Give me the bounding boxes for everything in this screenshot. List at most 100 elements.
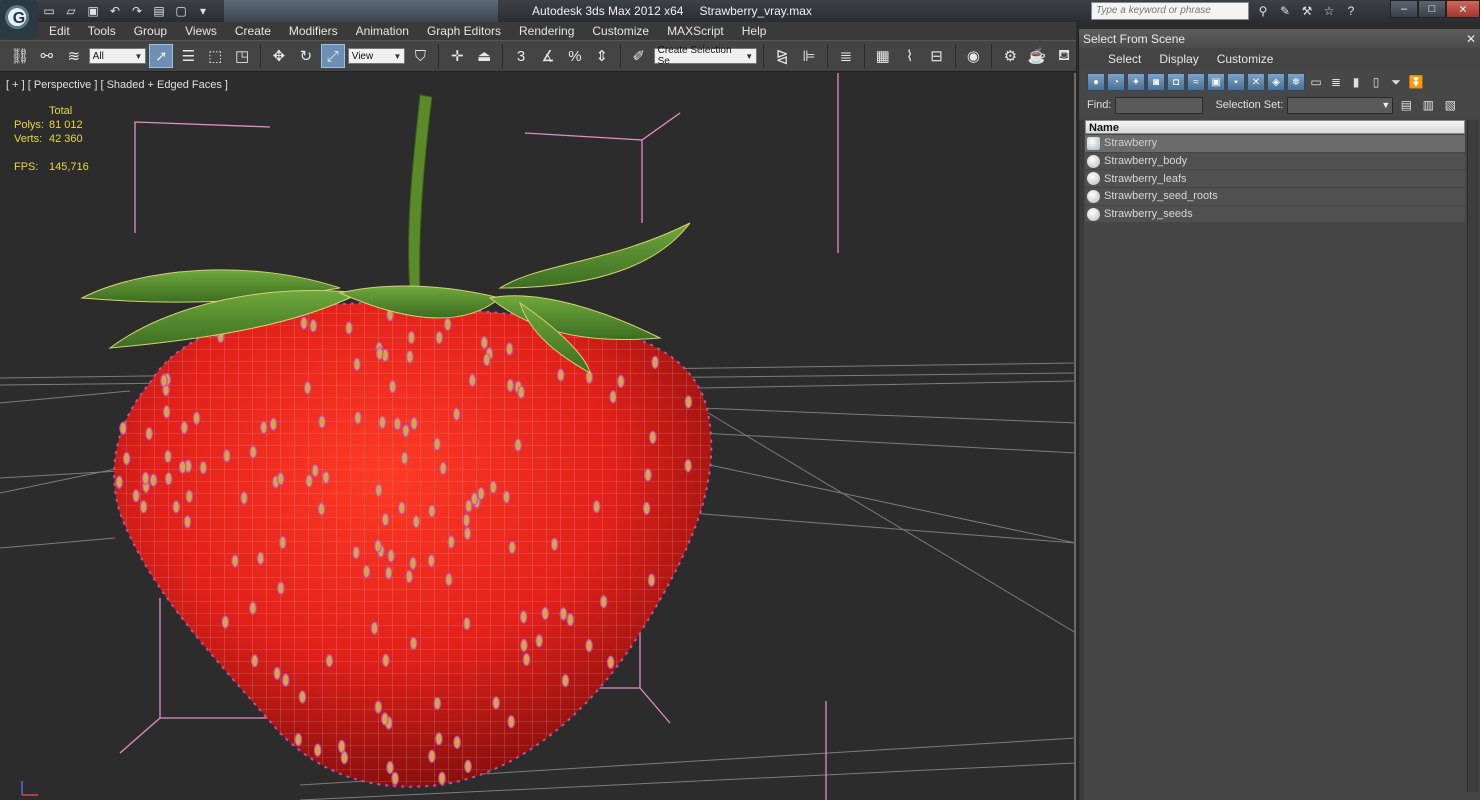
menu-group[interactable]: Group [125, 22, 176, 40]
bind-space-warp-icon[interactable]: ≋ [62, 44, 86, 68]
select-manipulate-icon[interactable]: ✛ [445, 44, 469, 68]
keyboard-shortcut-icon[interactable]: ⏏ [472, 44, 496, 68]
link-icon[interactable]: ⛓ [8, 44, 32, 68]
named-selection-dropdown[interactable]: Create Selection Se ▼ [653, 45, 758, 67]
tools-icon[interactable]: ⚒ [1298, 2, 1316, 20]
menu-graph-editors[interactable]: Graph Editors [418, 22, 510, 40]
add-to-selection-set-icon[interactable]: ▥ [1419, 96, 1437, 114]
move-icon[interactable]: ✥ [267, 44, 291, 68]
selection-filter-dropdown[interactable]: All ▼ [88, 48, 147, 64]
app-logo-button[interactable]: G [0, 0, 38, 38]
menu-create[interactable]: Create [226, 22, 280, 40]
schematic-view-icon[interactable]: ⊟ [925, 44, 949, 68]
minimize-button[interactable]: – [1390, 0, 1418, 18]
display-lights-icon[interactable]: ✦ [1127, 73, 1145, 91]
unlink-icon[interactable]: ⚯ [35, 44, 59, 68]
menu-customize[interactable]: Customize [583, 22, 658, 40]
scale-icon[interactable]: ⤢ [320, 44, 345, 68]
menu-maxscript[interactable]: MAXScript [658, 22, 733, 40]
render-production-icon[interactable]: ⛾ [1052, 44, 1076, 68]
display-space-warps-icon[interactable]: ≈ [1187, 73, 1205, 91]
display-groups-icon[interactable]: ▣ [1207, 73, 1225, 91]
list-item[interactable]: Strawberry_leafs [1085, 170, 1465, 189]
filter-icon[interactable]: ⏷ [1387, 73, 1405, 91]
rotate-icon[interactable]: ↻ [294, 44, 318, 68]
display-frozen-icon[interactable]: ❄ [1287, 73, 1305, 91]
open-file-icon[interactable]: ▱ [62, 2, 80, 19]
redo-icon[interactable]: ↷ [128, 2, 146, 19]
panel-title-bar[interactable]: Select From Scene ✕ [1079, 29, 1480, 48]
menu-help[interactable]: Help [733, 22, 776, 40]
menu-animation[interactable]: Animation [347, 22, 418, 40]
panel-menu-select[interactable]: Select [1099, 52, 1150, 66]
display-containers-icon[interactable]: ◈ [1267, 73, 1285, 91]
pivot-center-icon[interactable]: ⛉ [408, 44, 432, 68]
mirror-icon[interactable]: ⧎ [770, 44, 794, 68]
display-none-icon[interactable]: ▮ [1347, 73, 1365, 91]
menu-modifiers[interactable]: Modifiers [280, 22, 347, 40]
display-bones-icon[interactable]: ✕ [1247, 73, 1265, 91]
new-file-icon[interactable]: ▭ [40, 2, 58, 19]
maximize-button[interactable]: □ [1418, 0, 1446, 18]
create-selection-set-icon[interactable]: ▤ [1397, 96, 1415, 114]
display-helpers-icon[interactable]: ◘ [1167, 73, 1185, 91]
save-file-icon[interactable]: ▣ [84, 2, 102, 19]
display-cameras-icon[interactable]: ◙ [1147, 73, 1165, 91]
percent-snap-icon[interactable]: % [563, 44, 587, 68]
window-crossing-icon[interactable]: ◳ [230, 44, 254, 68]
graphite-tools-icon[interactable]: ▦ [871, 44, 895, 68]
reference-coordinate-dropdown[interactable]: View ▼ [347, 48, 406, 64]
display-invert-icon[interactable]: ▯ [1367, 73, 1385, 91]
binoculars-icon[interactable]: ⚲ [1254, 2, 1272, 20]
selection-set-dropdown[interactable]: ▼ [1287, 96, 1394, 114]
menu-views[interactable]: Views [176, 22, 226, 40]
list-item[interactable]: Strawberry_seeds [1085, 205, 1465, 224]
find-input[interactable] [1115, 96, 1204, 114]
filter-list-icon[interactable]: ⏬ [1407, 73, 1425, 91]
angle-snap-icon[interactable]: ∡ [536, 44, 560, 68]
select-by-name-icon[interactable]: ☰ [176, 44, 200, 68]
perspective-viewport[interactable]: [ + ] [ Perspective ] [ Shaded + Edged F… [0, 73, 1076, 800]
selection-filter-value: All [92, 50, 104, 62]
project-folder-icon[interactable]: ▤ [150, 2, 168, 19]
display-shapes-icon[interactable]: ◔ [1107, 73, 1125, 91]
communication-icon[interactable]: ✎ [1276, 2, 1294, 20]
render-setup-icon[interactable]: ⚙ [998, 44, 1022, 68]
display-all-icon[interactable]: ≣ [1327, 73, 1345, 91]
list-item[interactable]: Strawberry_seed_roots [1085, 188, 1465, 206]
snap-toggle-icon[interactable]: 3 [509, 44, 533, 68]
chevron-down-icon[interactable]: ▾ [194, 2, 212, 19]
curve-editor-icon[interactable]: ⌇ [898, 44, 922, 68]
align-icon[interactable]: ⊫ [797, 44, 821, 68]
help-icon[interactable]: ? [1342, 2, 1360, 20]
display-geometry-icon[interactable]: ● [1087, 73, 1105, 91]
seed [561, 674, 570, 688]
menu-edit[interactable]: Edit [40, 22, 79, 40]
panel-close-icon[interactable]: ✕ [1466, 32, 1476, 46]
display-xrefs-icon[interactable]: ▪ [1227, 73, 1245, 91]
panel-menu-customize[interactable]: Customize [1208, 52, 1283, 66]
favorites-star-icon[interactable]: ☆ [1320, 2, 1338, 20]
keyword-search-input[interactable]: Type a keyword or phrase [1091, 2, 1249, 20]
spinner-snap-icon[interactable]: ⇕ [590, 44, 614, 68]
workspace-icon[interactable]: ▢ [172, 2, 190, 19]
material-editor-icon[interactable]: ◉ [962, 44, 986, 68]
menu-rendering[interactable]: Rendering [510, 22, 583, 40]
select-object-icon[interactable]: ➚ [149, 44, 174, 68]
panel-scrollbar[interactable] [1467, 120, 1479, 792]
undo-icon[interactable]: ↶ [106, 2, 124, 19]
name-column-header[interactable]: Name [1085, 120, 1465, 134]
layer-manager-icon[interactable]: ≣ [834, 44, 858, 68]
rectangular-region-icon[interactable]: ⬚ [203, 44, 227, 68]
remove-from-selection-set-icon[interactable]: ▧ [1441, 96, 1459, 114]
edit-named-selection-icon[interactable]: ✐ [627, 44, 651, 68]
menu-tools[interactable]: Tools [79, 22, 125, 40]
list-item[interactable]: Strawberry [1085, 135, 1465, 153]
list-item[interactable]: Strawberry_body [1085, 152, 1465, 171]
rendered-frame-window-icon[interactable]: ☕ [1025, 44, 1049, 68]
seed [325, 654, 334, 668]
panel-menu-display[interactable]: Display [1150, 52, 1207, 66]
close-button[interactable]: ✕ [1446, 0, 1480, 18]
viewport-label-menu[interactable]: [ + ] [ Perspective ] [ Shaded + Edged F… [6, 79, 228, 91]
display-hidden-icon[interactable]: ▭ [1307, 73, 1325, 91]
